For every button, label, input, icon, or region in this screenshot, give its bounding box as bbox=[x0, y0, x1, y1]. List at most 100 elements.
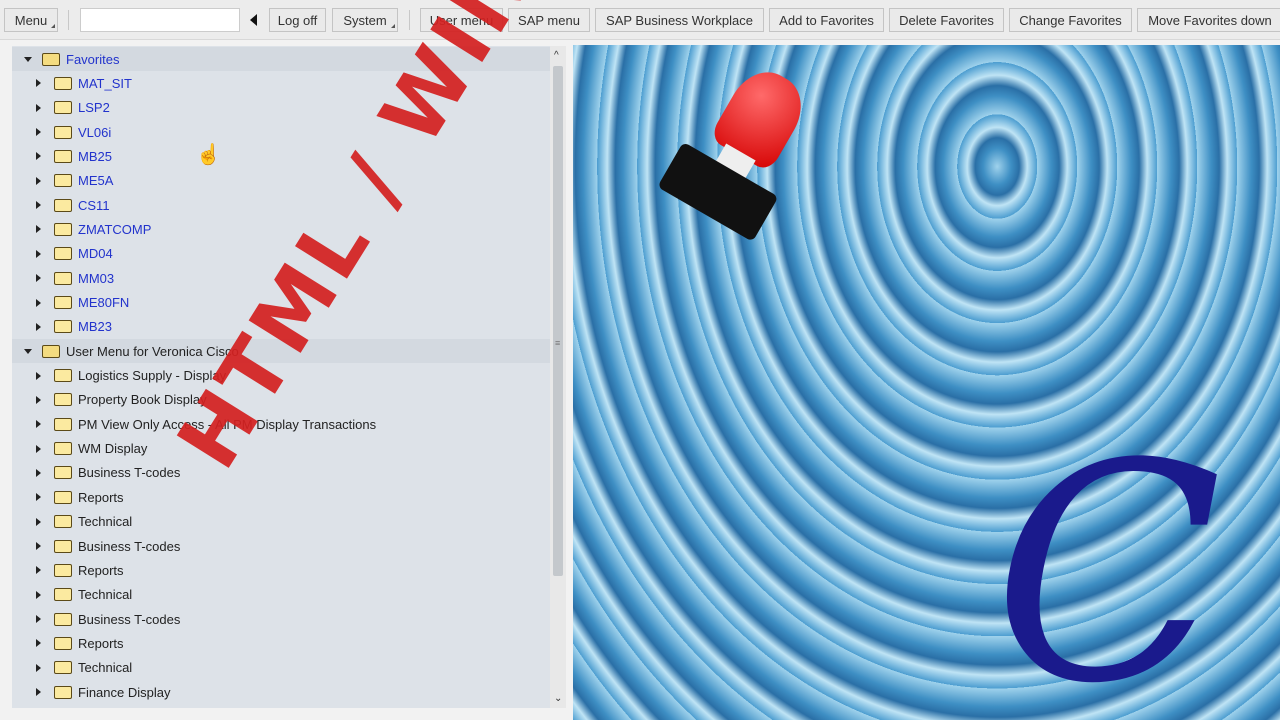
menu-button[interactable]: Menu bbox=[4, 8, 58, 32]
tree-item-label[interactable]: CS11 bbox=[78, 198, 110, 213]
folder-icon bbox=[54, 466, 72, 480]
expand-right-icon[interactable] bbox=[36, 688, 41, 697]
scroll-up-icon[interactable]: ^ bbox=[554, 50, 559, 61]
expand-right-icon[interactable] bbox=[36, 542, 41, 550]
tree-item-label[interactable]: MB25 bbox=[78, 149, 112, 164]
expand-right-icon[interactable] bbox=[36, 517, 41, 526]
expand-right-icon[interactable] bbox=[36, 566, 41, 575]
user-menu-folder[interactable]: Reports bbox=[12, 631, 550, 655]
expand-down-icon[interactable] bbox=[24, 56, 32, 62]
expand-right-icon[interactable] bbox=[36, 79, 41, 88]
expand-right-icon[interactable] bbox=[36, 274, 41, 283]
tree-item-label[interactable]: VL06i bbox=[78, 125, 111, 140]
user-menu-folder[interactable]: Business T-codes bbox=[12, 534, 550, 558]
tree-item-label[interactable]: MAT_SIT bbox=[78, 76, 132, 91]
folder-icon bbox=[54, 247, 72, 261]
user-menu-folder[interactable]: Technical bbox=[12, 583, 550, 607]
add-to-favorites-button[interactable]: Add to Favorites bbox=[769, 8, 884, 32]
expand-right-icon[interactable] bbox=[36, 639, 41, 648]
change-favorites-button[interactable]: Change Favorites bbox=[1009, 8, 1132, 32]
tree-item-label[interactable]: ME80FN bbox=[78, 295, 129, 310]
expand-right-icon[interactable] bbox=[36, 225, 41, 234]
expand-right-icon[interactable] bbox=[36, 103, 41, 112]
expand-right-icon[interactable] bbox=[36, 663, 41, 672]
tree-item-label[interactable]: ZMATCOMP bbox=[78, 222, 151, 237]
user-menu-folder[interactable]: Finance Display bbox=[12, 680, 550, 704]
tree-item-label: Reports bbox=[78, 635, 124, 651]
command-field[interactable] bbox=[80, 8, 240, 32]
hand-cursor-icon: ☝ bbox=[196, 144, 221, 166]
folder-icon bbox=[42, 52, 60, 66]
folder-icon bbox=[54, 369, 72, 383]
user-menu-folder[interactable]: Technical bbox=[12, 656, 550, 680]
tree-item-label: Business T-codes bbox=[78, 465, 181, 481]
folder-icon bbox=[54, 125, 72, 139]
folder-icon bbox=[54, 222, 72, 236]
user-menu-folder[interactable]: Reports bbox=[12, 485, 550, 509]
expand-right-icon[interactable] bbox=[36, 298, 41, 307]
folder-icon bbox=[54, 685, 72, 699]
scrollbar-thumb[interactable] bbox=[553, 66, 563, 576]
move-favorites-down-button[interactable]: Move Favorites down bbox=[1137, 8, 1280, 32]
expand-down-icon[interactable] bbox=[24, 348, 32, 354]
expand-right-icon[interactable] bbox=[36, 590, 41, 599]
expand-right-icon[interactable] bbox=[36, 395, 41, 404]
collapse-arrow-icon[interactable] bbox=[250, 14, 257, 26]
tree-item-label: Technical bbox=[78, 587, 133, 603]
folder-icon bbox=[42, 344, 60, 358]
tree-item-label[interactable]: ME5A bbox=[78, 173, 113, 188]
scroll-down-icon[interactable]: ⌄ bbox=[554, 693, 562, 704]
expand-right-icon[interactable] bbox=[36, 444, 41, 453]
menu-label: Menu bbox=[14, 12, 48, 28]
tree-item-label: Business T-codes bbox=[78, 538, 181, 554]
folder-icon bbox=[54, 417, 72, 431]
business-workplace-button[interactable]: SAP Business Workplace bbox=[595, 8, 764, 32]
tree-item-label[interactable]: MB23 bbox=[78, 319, 112, 334]
folder-icon bbox=[54, 174, 72, 188]
expand-right-icon[interactable] bbox=[36, 249, 41, 258]
tree-item-label[interactable]: MM03 bbox=[78, 271, 114, 286]
system-button[interactable]: System bbox=[332, 8, 398, 32]
tree-item-label[interactable]: LSP2 bbox=[78, 100, 110, 115]
user-menu-folder[interactable]: Technical bbox=[12, 510, 550, 534]
tree-item-label: Business T-codes bbox=[78, 611, 181, 627]
divider bbox=[409, 10, 410, 30]
expand-right-icon[interactable] bbox=[36, 128, 41, 137]
expand-right-icon[interactable] bbox=[36, 176, 41, 185]
folder-icon bbox=[54, 636, 72, 650]
background-image: C bbox=[573, 45, 1280, 720]
system-label: System bbox=[343, 12, 387, 28]
folder-icon bbox=[54, 149, 72, 163]
favorite-item[interactable]: MB25 bbox=[12, 144, 550, 168]
expand-right-icon[interactable] bbox=[36, 420, 41, 429]
folder-icon bbox=[54, 515, 72, 529]
tree-item-label[interactable]: Favorites bbox=[66, 52, 119, 67]
folder-icon bbox=[54, 101, 72, 115]
tree-scrollbar[interactable]: ^ ≡ ⌄ bbox=[550, 46, 566, 708]
expand-right-icon[interactable] bbox=[36, 615, 41, 624]
logo-c: C bbox=[993, 400, 1223, 720]
expand-right-icon[interactable] bbox=[36, 201, 41, 210]
favorite-item[interactable]: CS11 bbox=[12, 193, 550, 217]
user-menu-folder[interactable]: WM Display bbox=[12, 437, 550, 461]
dropdown-icon bbox=[51, 24, 55, 28]
expand-right-icon[interactable] bbox=[36, 322, 41, 331]
grip-icon: ≡ bbox=[555, 338, 561, 348]
expand-right-icon[interactable] bbox=[36, 493, 41, 502]
log-off-button[interactable]: Log off bbox=[269, 8, 326, 32]
folder-icon bbox=[54, 320, 72, 334]
favorite-item[interactable]: ME5A bbox=[12, 169, 550, 193]
tree-item-label: WM Display bbox=[78, 441, 148, 457]
folder-icon bbox=[54, 393, 72, 407]
user-menu-folder[interactable]: Business T-codes bbox=[12, 607, 550, 631]
tree-item-label[interactable]: MD04 bbox=[78, 246, 113, 261]
expand-right-icon[interactable] bbox=[36, 371, 41, 380]
user-menu-folder[interactable]: Business T-codes bbox=[12, 461, 550, 485]
expand-right-icon[interactable] bbox=[36, 152, 41, 161]
favorite-item[interactable]: VL06i bbox=[12, 120, 550, 144]
folder-icon bbox=[54, 198, 72, 212]
user-menu-folder[interactable]: Reports bbox=[12, 558, 550, 582]
dropdown-icon bbox=[391, 24, 395, 28]
expand-right-icon[interactable] bbox=[36, 468, 41, 477]
delete-favorites-button[interactable]: Delete Favorites bbox=[889, 8, 1004, 32]
